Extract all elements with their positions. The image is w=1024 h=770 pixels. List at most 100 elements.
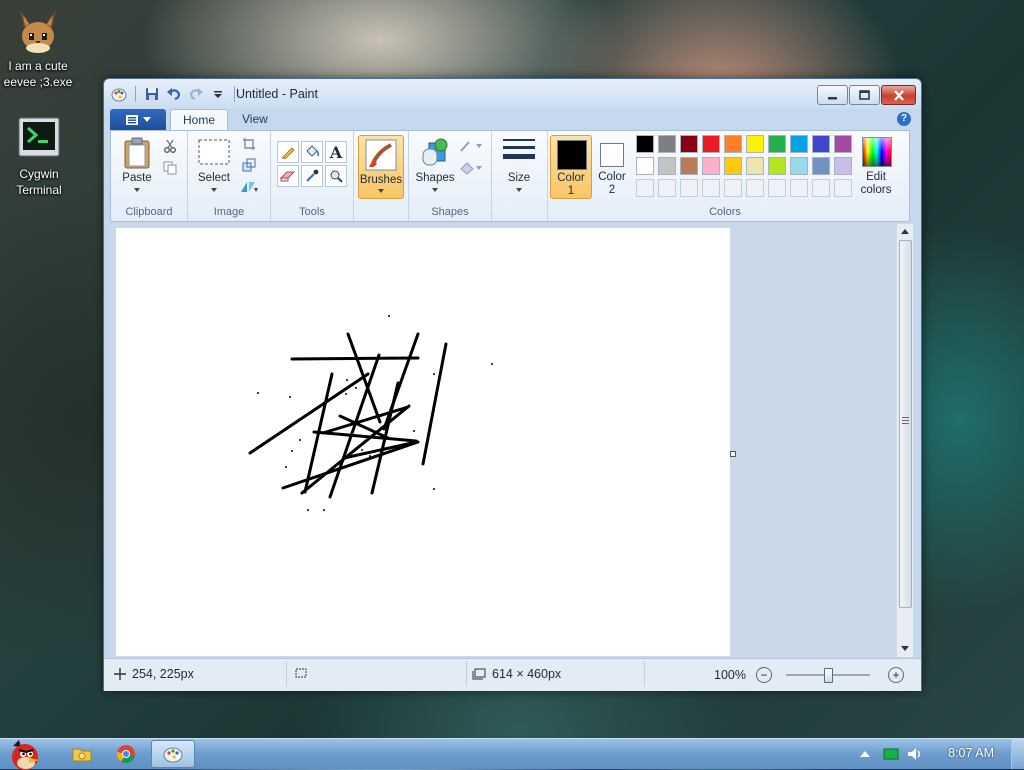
select-button[interactable]: Select (194, 135, 234, 197)
minimize-button[interactable] (817, 85, 848, 105)
palette-swatch[interactable] (636, 135, 654, 153)
eraser-icon[interactable] (277, 165, 299, 187)
cut-icon[interactable] (161, 137, 179, 155)
scrollbar-thumb[interactable] (899, 240, 912, 608)
edit-colors-button[interactable]: Edit colors (854, 135, 898, 197)
tab-view[interactable]: View (230, 109, 280, 130)
palette-swatch[interactable] (812, 157, 830, 175)
paste-label: Paste (122, 172, 152, 184)
group-shapes: Shapes Shapes (408, 131, 492, 221)
palette-swatch[interactable] (768, 157, 786, 175)
fill-icon[interactable] (459, 159, 483, 177)
palette-swatch[interactable] (724, 135, 742, 153)
vertical-scrollbar[interactable] (896, 224, 913, 657)
group-image: Select Image (188, 131, 271, 221)
paint-menu-button[interactable] (110, 109, 166, 130)
palette-swatch[interactable] (702, 135, 720, 153)
rotate-icon[interactable] (240, 177, 258, 195)
drawing-canvas[interactable] (116, 228, 730, 656)
color-picker-icon[interactable] (301, 165, 323, 187)
magnifier-icon[interactable] (325, 165, 347, 187)
tray-network[interactable] (878, 740, 904, 768)
size-button[interactable]: Size (497, 135, 541, 197)
terminal-icon (15, 114, 63, 162)
resize-icon[interactable] (240, 156, 258, 174)
redo-icon[interactable] (187, 85, 205, 103)
palette-swatch[interactable] (724, 157, 742, 175)
color1-label-line1: Color (557, 172, 585, 184)
color2-button[interactable]: Color 2 (592, 135, 632, 197)
zoom-in-icon[interactable]: + (887, 667, 904, 683)
pencil-icon[interactable] (277, 141, 299, 163)
copy-icon[interactable] (161, 159, 179, 177)
chevron-down-icon (516, 188, 522, 192)
custom-color-slot[interactable] (812, 179, 830, 197)
palette-swatch[interactable] (812, 135, 830, 153)
custom-color-slot[interactable] (834, 179, 852, 197)
tray-volume[interactable] (902, 740, 928, 768)
zoom-slider[interactable] (785, 668, 870, 683)
palette-swatch[interactable] (790, 157, 808, 175)
scroll-up-icon[interactable] (901, 228, 909, 234)
save-icon[interactable] (143, 85, 161, 103)
taskbar-explorer[interactable] (62, 740, 102, 768)
desktop-icon-label: Cygwin Terminal (16, 167, 62, 197)
scroll-down-icon[interactable] (901, 646, 909, 652)
chrome-icon (116, 745, 135, 764)
palette-swatch[interactable] (790, 135, 808, 153)
palette-swatch[interactable] (768, 135, 786, 153)
tab-home[interactable]: Home (170, 109, 229, 131)
paint-app-icon[interactable] (110, 85, 128, 103)
palette-swatch[interactable] (658, 135, 676, 153)
palette-swatch[interactable] (746, 135, 764, 153)
desktop-icon-cygwin[interactable]: Cygwin Terminal (0, 114, 84, 198)
palette-swatch[interactable] (746, 157, 764, 175)
help-icon[interactable]: ? (897, 112, 911, 126)
show-desktop-button[interactable] (1011, 739, 1024, 769)
palette-swatch[interactable] (680, 135, 698, 153)
maximize-button[interactable] (849, 85, 880, 105)
color1-button[interactable]: Color 1 (550, 135, 592, 199)
crop-icon[interactable] (240, 135, 258, 153)
custom-color-slot[interactable] (636, 179, 654, 197)
custom-color-slot[interactable] (702, 179, 720, 197)
palette-swatch[interactable] (834, 157, 852, 175)
fill-bucket-icon[interactable] (301, 141, 323, 163)
custom-color-slot[interactable] (768, 179, 786, 197)
title-bar[interactable]: Untitled - Paint (104, 79, 921, 109)
taskbar-paint[interactable] (151, 740, 195, 768)
shapes-label: Shapes (415, 172, 455, 184)
ribbon-tabs: Home View ? (110, 109, 915, 131)
taskbar-chrome[interactable] (106, 740, 146, 768)
canvas-workarea (110, 224, 896, 657)
cursor-position: 254, 225px (114, 667, 194, 681)
tray-show-hidden[interactable] (852, 740, 878, 768)
qat-separator (234, 86, 235, 102)
palette-swatch[interactable] (702, 157, 720, 175)
shapes-button[interactable]: Shapes (413, 135, 457, 197)
custom-color-slot[interactable] (790, 179, 808, 197)
palette-swatch[interactable] (680, 157, 698, 175)
custom-color-slot[interactable] (746, 179, 764, 197)
zoom-out-icon[interactable]: − (755, 667, 772, 683)
paste-button[interactable]: Paste (117, 135, 157, 197)
zoom-slider-handle[interactable] (823, 668, 833, 683)
palette-swatch[interactable] (658, 157, 676, 175)
customize-qat-icon[interactable] (209, 85, 227, 103)
custom-color-slot[interactable] (680, 179, 698, 197)
quick-access-toolbar (110, 85, 238, 103)
custom-color-slot[interactable] (658, 179, 676, 197)
palette-swatch[interactable] (636, 157, 654, 175)
outline-icon[interactable] (459, 137, 483, 155)
palette-swatch[interactable] (834, 135, 852, 153)
canvas-resize-handle[interactable] (730, 451, 736, 457)
close-button[interactable] (881, 85, 916, 105)
undo-icon[interactable] (165, 85, 183, 103)
crosshair-icon (114, 668, 126, 680)
start-button[interactable] (4, 740, 48, 770)
brushes-button[interactable]: Brushes (358, 135, 404, 199)
text-icon[interactable]: A (325, 141, 347, 163)
taskbar-clock[interactable]: 8:07 AM (948, 746, 994, 760)
custom-color-slot[interactable] (724, 179, 742, 197)
desktop-icon-eevee[interactable]: I am a cute eevee ;3.exe (0, 6, 83, 90)
